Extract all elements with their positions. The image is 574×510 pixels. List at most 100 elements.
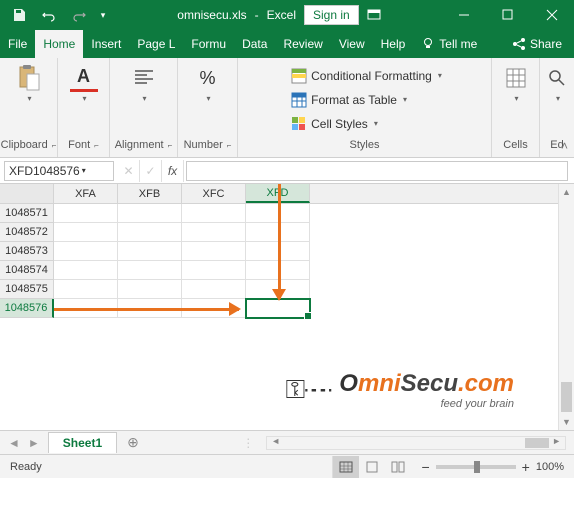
cell-styles-icon <box>291 116 307 132</box>
qat-customize-button[interactable]: ▾ <box>96 2 110 28</box>
cell[interactable] <box>118 261 182 280</box>
row-header[interactable]: 1048576 <box>0 299 54 318</box>
font-button[interactable]: A ▾ <box>66 62 102 105</box>
tab-insert[interactable]: Insert <box>83 30 129 58</box>
cell[interactable] <box>54 280 118 299</box>
tab-help[interactable]: Help <box>373 30 414 58</box>
row-header[interactable]: 1048572 <box>0 223 54 242</box>
zoom-in-button[interactable]: + <box>522 459 530 475</box>
tab-home[interactable]: Home <box>35 30 83 58</box>
tab-page-layout[interactable]: Page L <box>129 30 183 58</box>
column-header[interactable]: XFA <box>54 184 118 203</box>
paste-button[interactable]: ▾ <box>11 62 47 105</box>
chevron-down-icon: ▾ <box>82 94 86 103</box>
sheet-prev-button[interactable]: ◄ <box>8 436 20 450</box>
editing-button[interactable]: ▾ <box>539 62 574 105</box>
horizontal-scrollbar[interactable]: ◄ ► <box>266 436 566 450</box>
cell[interactable] <box>246 299 310 318</box>
sheet-tab-bar: ◄ ► Sheet1 ⊕ ⋮ ◄ ► <box>0 430 574 454</box>
font-group-label: Font <box>68 139 90 151</box>
search-icon <box>543 64 571 92</box>
column-header[interactable]: XFC <box>182 184 246 203</box>
cell[interactable] <box>182 261 246 280</box>
cell[interactable] <box>182 242 246 261</box>
font-icon: A <box>70 64 98 92</box>
save-button[interactable] <box>6 2 32 28</box>
tab-review[interactable]: Review <box>275 30 330 58</box>
cell[interactable] <box>118 280 182 299</box>
wm-secu: Secu <box>401 370 458 397</box>
cancel-formula-button[interactable]: ✕ <box>118 160 140 182</box>
row-header[interactable]: 1048571 <box>0 204 54 223</box>
cell-styles-button[interactable]: Cell Styles ▾ <box>291 114 378 134</box>
zoom-slider[interactable] <box>436 465 516 469</box>
tab-split-handle[interactable]: ⋮ <box>238 436 258 450</box>
alignment-group-label: Alignment <box>115 139 164 151</box>
row-header[interactable]: 1048573 <box>0 242 54 261</box>
select-all-corner[interactable] <box>0 184 54 203</box>
row-header[interactable]: 1048574 <box>0 261 54 280</box>
status-bar: Ready − + 100% <box>0 454 574 478</box>
cell[interactable] <box>182 280 246 299</box>
close-button[interactable] <box>530 0 574 30</box>
collapse-ribbon-button[interactable]: ˄ <box>561 139 568 153</box>
formula-bar: XFD1048576 ▾ ✕ ✓ fx <box>0 158 574 184</box>
row-header[interactable]: 1048575 <box>0 280 54 299</box>
vertical-scrollbar[interactable]: ▲ ▼ <box>558 184 574 430</box>
share-icon <box>512 37 526 51</box>
page-break-view-button[interactable] <box>385 456 411 478</box>
tab-file[interactable]: File <box>0 30 35 58</box>
cell[interactable] <box>118 204 182 223</box>
tell-me-search[interactable]: Tell me <box>413 30 485 58</box>
sheet-next-button[interactable]: ► <box>28 436 40 450</box>
redo-button[interactable] <box>66 2 92 28</box>
formula-input[interactable] <box>186 161 568 181</box>
hscroll-thumb[interactable] <box>525 438 549 448</box>
cell[interactable] <box>54 261 118 280</box>
alignment-button[interactable]: ▾ <box>126 62 162 105</box>
undo-button[interactable] <box>36 2 62 28</box>
enter-formula-button[interactable]: ✓ <box>140 160 162 182</box>
ribbon-display-options[interactable] <box>367 9 381 21</box>
cells-group-label: Cells <box>503 139 527 151</box>
column-header[interactable]: XFB <box>118 184 182 203</box>
sheet-tab-1[interactable]: Sheet1 <box>48 432 117 453</box>
zoom-handle[interactable] <box>474 461 480 473</box>
page-layout-view-button[interactable] <box>359 456 385 478</box>
signin-button[interactable]: Sign in <box>304 5 359 25</box>
cell[interactable] <box>54 204 118 223</box>
scroll-thumb[interactable] <box>561 382 572 412</box>
grid-body[interactable]: 1048571104857210485731048574104857510485… <box>0 204 574 318</box>
zoom-controls: − + 100% <box>411 459 574 475</box>
cell[interactable] <box>118 223 182 242</box>
tab-data[interactable]: Data <box>234 30 275 58</box>
cell[interactable] <box>182 223 246 242</box>
number-button[interactable]: % ▾ <box>190 62 226 105</box>
zoom-out-button[interactable]: − <box>421 459 429 475</box>
wm-com: .com <box>458 370 514 397</box>
chevron-down-icon: ▾ <box>374 119 378 128</box>
maximize-button[interactable] <box>486 0 530 30</box>
normal-view-button[interactable] <box>333 456 359 478</box>
tab-view[interactable]: View <box>331 30 373 58</box>
scroll-down-button[interactable]: ▼ <box>559 414 574 430</box>
conditional-formatting-button[interactable]: Conditional Formatting ▾ <box>291 66 442 86</box>
cell[interactable] <box>182 204 246 223</box>
clipboard-group-label: Clipboard <box>1 139 48 151</box>
cell[interactable] <box>54 242 118 261</box>
share-button[interactable]: Share <box>500 30 574 58</box>
format-as-table-button[interactable]: Format as Table ▾ <box>291 90 407 110</box>
insert-function-button[interactable]: fx <box>162 160 184 182</box>
cell[interactable] <box>54 223 118 242</box>
tab-formulas[interactable]: Formu <box>183 30 234 58</box>
cells-button[interactable]: ▾ <box>498 62 534 105</box>
wm-o: O <box>339 370 358 397</box>
new-sheet-button[interactable]: ⊕ <box>117 434 149 451</box>
name-box[interactable]: XFD1048576 ▾ <box>4 161 114 181</box>
scroll-up-button[interactable]: ▲ <box>559 184 574 200</box>
cond-format-icon <box>291 68 307 84</box>
zoom-level[interactable]: 100% <box>536 461 564 473</box>
minimize-button[interactable] <box>442 0 486 30</box>
cell[interactable] <box>118 242 182 261</box>
clipboard-icon <box>15 64 43 92</box>
